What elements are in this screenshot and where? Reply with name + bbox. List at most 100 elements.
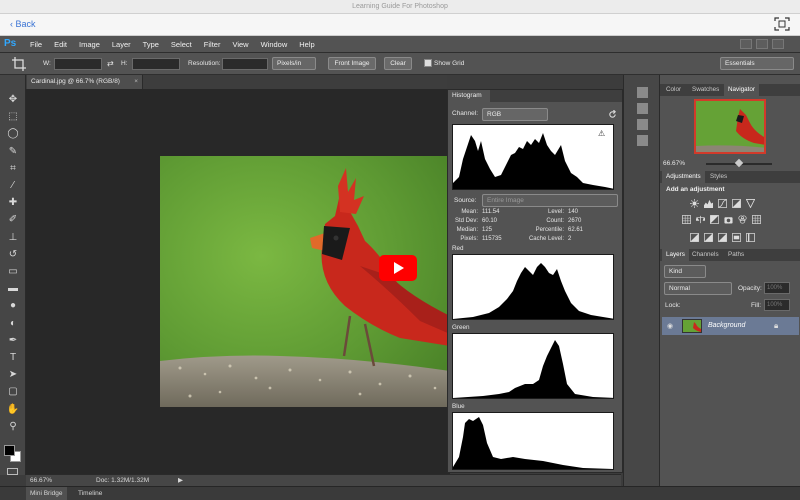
menu-edit[interactable]: Edit — [54, 40, 67, 49]
levels-icon[interactable] — [704, 199, 713, 208]
cardinal-photo[interactable] — [160, 156, 450, 407]
width-input[interactable] — [54, 58, 102, 70]
menu-window[interactable]: Window — [261, 40, 288, 49]
quick-mask-icon[interactable] — [7, 468, 18, 475]
tab-paths[interactable]: Paths — [724, 249, 748, 261]
invert-icon[interactable] — [690, 233, 699, 242]
add-adjustment-label: Add an adjustment — [666, 186, 725, 193]
menu-help[interactable]: Help — [299, 40, 314, 49]
restore-button[interactable] — [756, 39, 768, 49]
menu-view[interactable]: View — [232, 40, 248, 49]
color-lookup-icon[interactable] — [752, 215, 761, 224]
quick-select-icon[interactable]: ✎ — [6, 145, 20, 159]
blur-tool-icon[interactable]: ● — [6, 299, 20, 313]
swap-icon[interactable]: ⇄ — [107, 59, 114, 68]
selective-color-icon[interactable] — [746, 233, 755, 242]
tab-layers[interactable]: Layers — [662, 249, 689, 261]
layer-filter-select[interactable]: Kind — [664, 265, 706, 278]
tab-channels[interactable]: Channels — [688, 249, 723, 261]
character-panel-icon[interactable] — [637, 135, 648, 146]
minimize-button[interactable] — [740, 39, 752, 49]
zoom-slider-thumb[interactable] — [734, 158, 744, 168]
menu-select[interactable]: Select — [171, 40, 192, 49]
tab-navigator[interactable]: Navigator — [724, 84, 759, 96]
eyedropper-icon[interactable]: ⁄ — [6, 179, 20, 193]
move-tool-icon[interactable]: ✥ — [6, 93, 20, 107]
clone-stamp-icon[interactable]: ⊥ — [6, 231, 20, 245]
dodge-tool-icon[interactable]: ◐ — [6, 317, 20, 331]
history-panel-icon[interactable] — [637, 87, 648, 98]
fill-input[interactable]: 100% — [764, 299, 790, 311]
visibility-eye-icon[interactable]: ◉ — [667, 322, 673, 330]
tab-color[interactable]: Color — [662, 84, 685, 96]
brush-panel-icon[interactable] — [637, 119, 648, 130]
path-select-icon[interactable]: ➤ — [6, 368, 20, 382]
status-arrow-icon[interactable]: ▶ — [178, 476, 183, 484]
clear-button[interactable]: Clear — [384, 57, 412, 70]
crop-tool-icon[interactable]: ⌗ — [6, 162, 20, 176]
document-tab[interactable]: Cardinal.jpg @ 66.7% (RGB/8) × — [27, 75, 143, 89]
foreground-color-swatch[interactable] — [4, 445, 15, 456]
close-tab-icon[interactable]: × — [134, 75, 138, 89]
hue-saturation-icon[interactable] — [682, 215, 691, 224]
posterize-icon[interactable] — [704, 233, 713, 242]
crop-tool-icon[interactable] — [12, 57, 26, 71]
percentile-value: 62.61 — [568, 227, 584, 233]
close-button[interactable] — [772, 39, 784, 49]
back-button[interactable]: ‹ Back — [10, 19, 36, 29]
eraser-tool-icon[interactable]: ▭ — [6, 265, 20, 279]
channel-select[interactable]: RGB — [482, 108, 548, 121]
opacity-input[interactable]: 100% — [764, 282, 790, 294]
vibrance-icon[interactable] — [745, 199, 756, 209]
curves-icon[interactable] — [718, 199, 727, 208]
navigator-thumbnail[interactable] — [694, 99, 766, 154]
menu-filter[interactable]: Filter — [204, 40, 221, 49]
pen-tool-icon[interactable]: ✒ — [6, 334, 20, 348]
refresh-icon[interactable] — [608, 110, 617, 119]
shape-tool-icon[interactable]: ▢ — [6, 385, 20, 399]
color-balance-icon[interactable] — [695, 215, 707, 224]
properties-panel-icon[interactable] — [637, 103, 648, 114]
photoshop-logo: Ps — [4, 38, 17, 49]
level-label: Level: — [547, 209, 564, 215]
photo-filter-icon[interactable] — [724, 215, 733, 224]
hand-tool-icon[interactable]: ✋ — [6, 403, 20, 417]
gradient-map-icon[interactable] — [732, 233, 741, 242]
type-tool-icon[interactable]: T — [6, 351, 20, 365]
resolution-input[interactable] — [222, 58, 268, 70]
tab-mini-bridge[interactable]: Mini Bridge — [26, 487, 67, 500]
menu-file[interactable]: File — [30, 40, 42, 49]
color-panel-header: Color Swatches Navigator — [660, 84, 800, 96]
front-image-button[interactable]: Front Image — [328, 57, 376, 70]
brightness-icon[interactable] — [690, 199, 699, 208]
exposure-icon[interactable] — [732, 199, 741, 208]
history-brush-icon[interactable]: ↺ — [6, 248, 20, 262]
black-white-icon[interactable] — [710, 215, 719, 224]
lasso-tool-icon[interactable]: ◯ — [6, 127, 20, 141]
gradient-tool-icon[interactable]: ▬ — [6, 282, 20, 296]
brush-tool-icon[interactable]: ✐ — [6, 213, 20, 227]
channel-mixer-icon[interactable] — [738, 215, 747, 224]
source-select[interactable]: Entire Image — [482, 194, 618, 207]
tab-timeline[interactable]: Timeline — [74, 487, 106, 500]
units-select[interactable]: Pixels/in — [272, 57, 316, 70]
blend-mode-select[interactable]: Normal — [664, 282, 732, 295]
show-grid-checkbox[interactable] — [424, 59, 432, 67]
options-bar: W: ⇄ H: Resolution: Pixels/in Front Imag… — [0, 53, 800, 75]
marquee-tool-icon[interactable]: ⬚ — [6, 110, 20, 124]
menu-image[interactable]: Image — [79, 40, 100, 49]
healing-brush-icon[interactable]: ✚ — [6, 196, 20, 210]
threshold-icon[interactable] — [718, 233, 727, 242]
menu-layer[interactable]: Layer — [112, 40, 131, 49]
workspace-select[interactable]: Essentials — [720, 57, 794, 70]
layer-row-background[interactable]: ◉ Background 🔒︎ — [662, 317, 799, 335]
menu-type[interactable]: Type — [143, 40, 159, 49]
height-input[interactable] — [132, 58, 180, 70]
histogram-tab[interactable]: Histogram — [448, 90, 490, 102]
zoom-tool-icon[interactable]: ⚲ — [6, 420, 20, 434]
tab-styles[interactable]: Styles — [706, 171, 731, 183]
cache-level-value: 2 — [568, 236, 572, 242]
tab-adjustments[interactable]: Adjustments — [662, 171, 705, 183]
tab-swatches[interactable]: Swatches — [688, 84, 723, 96]
fullscreen-icon[interactable] — [774, 17, 790, 31]
